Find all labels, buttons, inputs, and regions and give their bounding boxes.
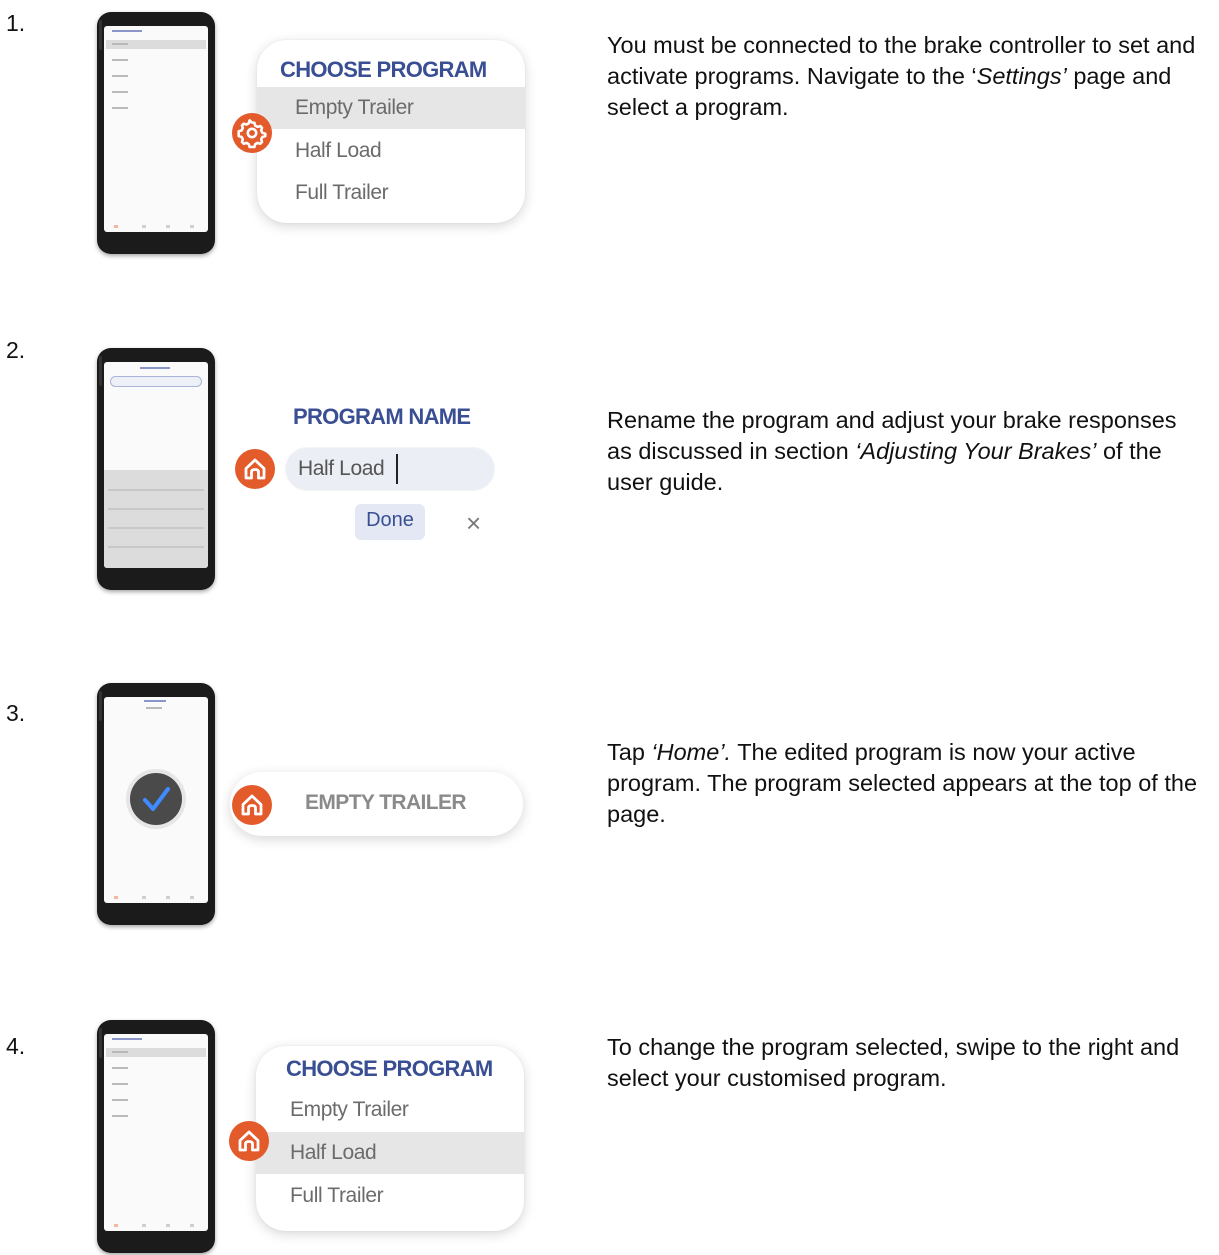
program-name-input[interactable]: Half Load xyxy=(286,448,494,490)
check-button xyxy=(130,773,182,825)
program-option-empty-trailer[interactable]: Empty Trailer xyxy=(257,87,525,129)
step-number: 2. xyxy=(6,337,26,363)
step-description: Rename the program and adjust your brake… xyxy=(607,407,1177,495)
choose-program-card: CHOOSE PROGRAM Empty Trailer Half Load F… xyxy=(256,1046,524,1231)
phone-illustration xyxy=(97,1020,215,1253)
step-number: 4. xyxy=(6,1033,26,1059)
active-program-card[interactable]: EMPTY TRAILER xyxy=(230,772,523,836)
card-title: PROGRAM NAME xyxy=(293,404,471,429)
program-option-half-load[interactable]: Half Load xyxy=(257,130,525,172)
step-description: To change the program selected, swipe to… xyxy=(607,1034,1180,1091)
phone-screen xyxy=(104,362,208,568)
done-button[interactable]: Done xyxy=(355,504,425,540)
active-program-label: EMPTY TRAILER xyxy=(305,791,467,814)
home-icon[interactable] xyxy=(235,449,275,489)
home-icon[interactable] xyxy=(232,785,272,825)
checkmark-icon xyxy=(143,787,170,811)
phone-illustration xyxy=(97,348,215,590)
close-icon[interactable]: × xyxy=(466,508,481,539)
gear-icon[interactable] xyxy=(232,113,272,153)
program-option-half-load[interactable]: Half Load xyxy=(256,1132,524,1174)
text-caret xyxy=(396,454,398,484)
phone-illustration xyxy=(97,12,215,254)
step-number: 3. xyxy=(6,700,26,726)
phone-screen xyxy=(104,1034,208,1231)
phone-screen xyxy=(104,697,208,903)
step-description: Tap ‘Home’. The edited program is now yo… xyxy=(607,739,1198,827)
program-option-full-trailer[interactable]: Full Trailer xyxy=(257,172,525,214)
home-icon[interactable] xyxy=(229,1121,269,1161)
card-title: CHOOSE PROGRAM xyxy=(280,57,487,82)
step-number: 1. xyxy=(6,10,26,36)
choose-program-card: CHOOSE PROGRAM Empty Trailer Half Load F… xyxy=(257,40,525,223)
phone-screen xyxy=(104,26,208,232)
card-title: CHOOSE PROGRAM xyxy=(286,1056,493,1081)
program-option-empty-trailer[interactable]: Empty Trailer xyxy=(256,1089,524,1131)
step-description: You must be connected to the brake contr… xyxy=(607,32,1196,120)
program-option-full-trailer[interactable]: Full Trailer xyxy=(256,1175,524,1217)
phone-illustration xyxy=(97,683,215,925)
